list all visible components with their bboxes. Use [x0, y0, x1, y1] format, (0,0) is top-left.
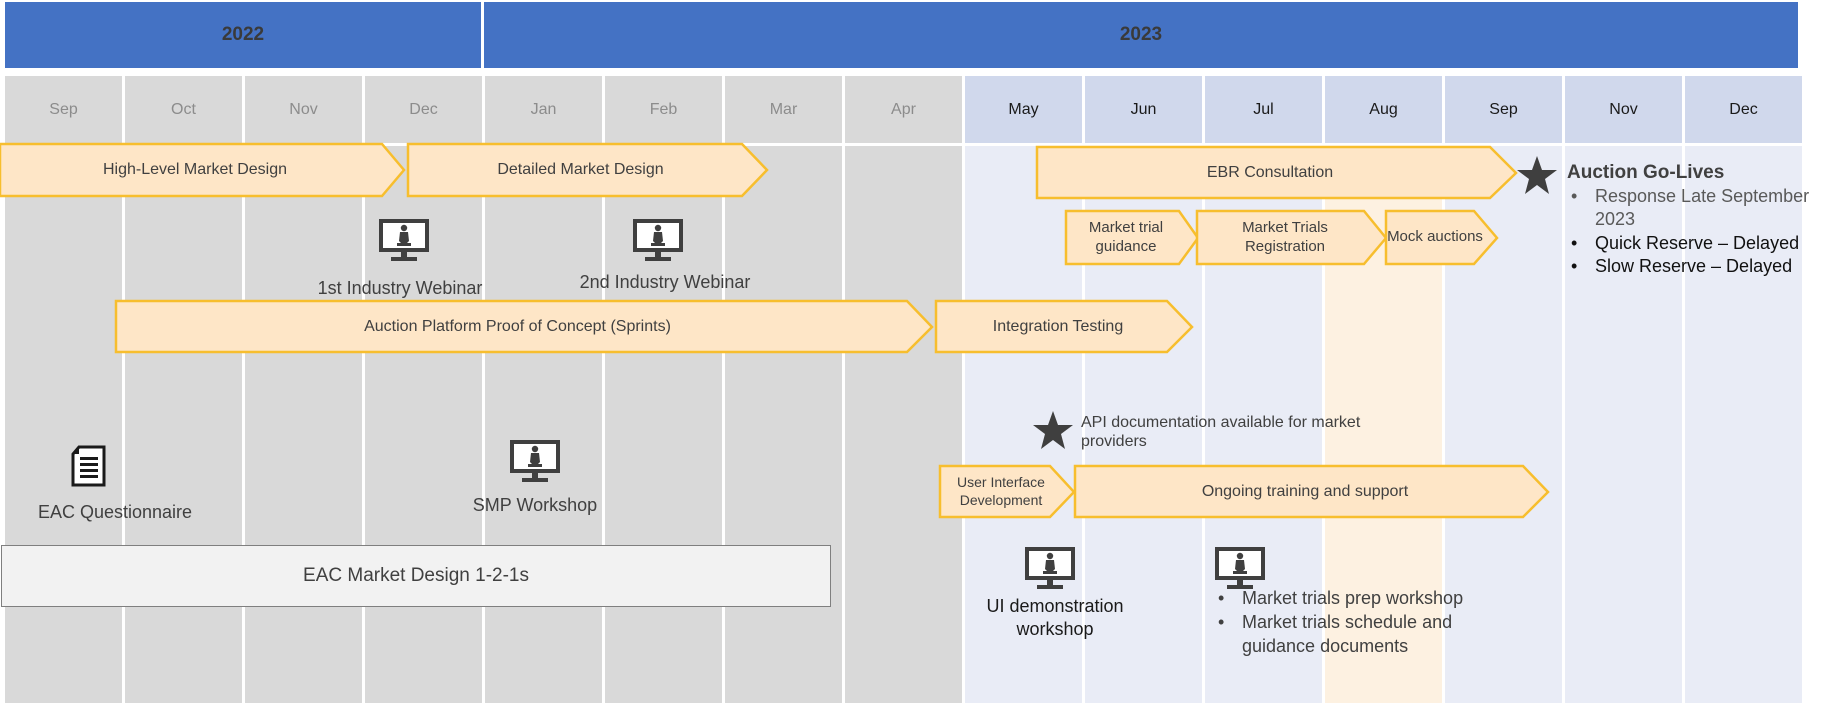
webinar1-label: 1st Industry Webinar: [317, 278, 483, 298]
golive-item-response: Response Late September 2023: [1567, 185, 1842, 232]
golive-list: Response Late September 2023 Quick Reser…: [1567, 185, 1842, 279]
presenter-monitor-icon: [510, 440, 560, 482]
high-level-label: High-Level Market Design: [102, 161, 288, 178]
market-trials-item: Market trials prep workshop: [1214, 587, 1514, 611]
mock-auctions-label: Mock auctions: [1387, 228, 1483, 246]
star-icon: [1033, 411, 1073, 449]
detailed-label: Detailed Market Design: [497, 161, 664, 178]
golive-item-quick: Quick Reserve – Delayed: [1567, 232, 1842, 256]
ui-demo-line2: workshop: [1016, 619, 1094, 640]
eac-1-2-1-label: EAC Market Design 1-2-1s: [303, 565, 529, 586]
eac-questionnaire-label: EAC Questionnaire: [37, 502, 193, 522]
market-trials-registration-label: Market Trials Registration: [1242, 218, 1328, 255]
ui-demo-label: UI demonstration workshop: [960, 595, 1150, 642]
integration-testing-label: Integration Testing: [992, 317, 1124, 335]
ebr-label: EBR Consultation: [1206, 163, 1334, 181]
webinar2-label: 2nd Industry Webinar: [579, 272, 751, 292]
market-trial-guidance-label: Market trial guidance: [1088, 218, 1164, 255]
golive-title: Auction Go-Lives: [1567, 162, 1725, 183]
smp-workshop-label: SMP Workshop: [472, 495, 598, 515]
proof-of-concept-label: Auction Platform Proof of Concept (Sprin…: [364, 317, 671, 335]
ui-dev-label: User Interface Development: [957, 474, 1045, 508]
ui-demo-line1: UI demonstration: [986, 596, 1124, 616]
eac-1-2-1-box: EAC Market Design 1-2-1s: [1, 545, 831, 607]
golive-item-slow: Slow Reserve – Delayed: [1567, 255, 1842, 279]
star-icon: [1517, 156, 1557, 194]
presenter-monitor-icon: [1025, 547, 1075, 589]
api-doc-label: API documentation available for market p…: [1081, 414, 1361, 451]
document-icon: [71, 445, 106, 487]
presenter-monitor-icon: [379, 219, 429, 261]
market-trials-item: Market trials schedule and guidance docu…: [1214, 611, 1514, 659]
market-trials-list: Market trials prep workshop Market trial…: [1214, 587, 1514, 659]
presenter-monitor-icon: [1215, 547, 1265, 589]
presenter-monitor-icon: [633, 219, 683, 261]
ongoing-label: Ongoing training and support: [1201, 482, 1409, 500]
